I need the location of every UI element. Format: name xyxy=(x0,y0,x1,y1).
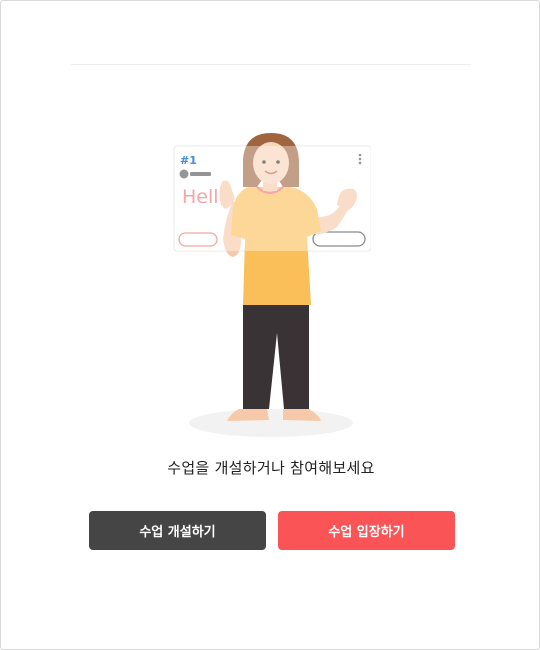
create-class-button[interactable]: 수업 개설하기 xyxy=(89,511,266,550)
floor-shadow xyxy=(189,409,353,437)
pants xyxy=(243,305,309,409)
right-foot xyxy=(283,409,321,421)
welcome-illustration: #1 Hello #1 xyxy=(173,133,371,437)
join-class-button[interactable]: 수업 입장하기 xyxy=(278,511,455,550)
card-number-overlay: #1 xyxy=(180,154,197,167)
panel: #1 Hello #1 수업을 개설하거나 참여해보세요 수업 개설하기 수업 … xyxy=(0,0,540,650)
prompt-text: 수업을 개설하거나 참여해보세요 xyxy=(167,459,375,477)
top-divider xyxy=(71,64,471,65)
